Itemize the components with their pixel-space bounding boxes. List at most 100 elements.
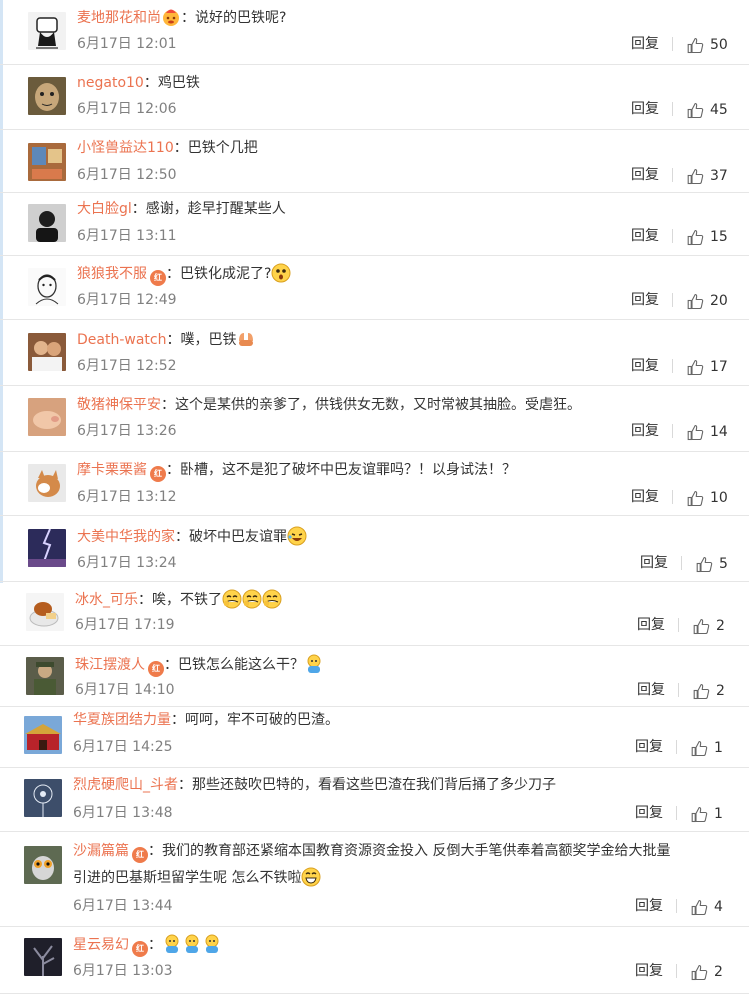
comment-text-line: 敬猪神保平安：这个是某供的亲爹了，供钱供女无数，又时常被其抽脸。受虐狂。 bbox=[77, 395, 581, 415]
username-link[interactable]: negato10 bbox=[77, 75, 144, 91]
like-button[interactable]: 2 bbox=[693, 616, 725, 636]
comment-text: 呵呵，牢不可破的巴渣。 bbox=[185, 712, 339, 728]
like-count: 4 bbox=[714, 899, 723, 915]
reply-button[interactable]: 回复 bbox=[640, 553, 668, 573]
avatar[interactable] bbox=[24, 938, 62, 976]
comment-text-line2: 引进的巴基斯坦留学生呢 怎么不铁啦 bbox=[73, 870, 302, 886]
avatar[interactable] bbox=[24, 779, 62, 817]
username-link[interactable]: 小怪兽益达110 bbox=[77, 140, 174, 156]
like-count: 17 bbox=[710, 359, 728, 375]
reply-button[interactable]: 回复 bbox=[631, 421, 659, 441]
colon-separator: ： bbox=[161, 397, 175, 413]
like-button[interactable]: 5 bbox=[696, 554, 728, 574]
like-button[interactable]: 20 bbox=[687, 291, 728, 311]
username-link[interactable]: 狼狼我不服 bbox=[77, 266, 147, 282]
username-link[interactable]: 大美中华我的家 bbox=[77, 529, 175, 545]
comment-text-line: 沙漏篇篇红：我们的教育部还紧缩本国教育资源资金投入 反倒大手笔供奉着高额奖学金给… bbox=[73, 841, 670, 863]
reply-button[interactable]: 回复 bbox=[631, 99, 659, 119]
username-link[interactable]: 麦地那花和尚 bbox=[77, 10, 161, 26]
comment-item: 狼狼我不服红：巴铁化成泥了? 6月17日 12:49 回复 20 bbox=[0, 256, 749, 320]
avatar[interactable] bbox=[26, 593, 64, 631]
avatar[interactable] bbox=[24, 716, 62, 754]
colon-separator: ： bbox=[138, 592, 152, 608]
reply-button[interactable]: 回复 bbox=[631, 165, 659, 185]
avatar[interactable] bbox=[28, 398, 66, 436]
colon-separator: ： bbox=[166, 266, 180, 282]
avatar[interactable] bbox=[24, 846, 62, 884]
comment-item: 小怪兽益达110：巴铁个几把 6月17日 12:50 回复 37 bbox=[0, 130, 749, 193]
timestamp: 6月17日 12:49 bbox=[77, 292, 177, 308]
like-button[interactable]: 37 bbox=[687, 166, 728, 186]
reply-button[interactable]: 回复 bbox=[631, 34, 659, 54]
reply-button[interactable]: 回复 bbox=[637, 680, 665, 700]
avatar[interactable] bbox=[26, 657, 64, 695]
username-link[interactable]: Death-watch bbox=[77, 332, 166, 348]
action-divider bbox=[672, 359, 673, 373]
username-link[interactable]: 大白脸gl bbox=[77, 201, 132, 217]
comment-text-line: 摩卡栗栗酱红：卧槽，这不是犯了破坏中巴友谊罪吗？！以身试法！？ bbox=[77, 460, 516, 482]
grin-icon bbox=[301, 867, 321, 887]
like-button[interactable]: 50 bbox=[687, 35, 728, 55]
avatar[interactable] bbox=[28, 143, 66, 181]
reply-button[interactable]: 回复 bbox=[635, 896, 663, 916]
reply-button[interactable]: 回复 bbox=[637, 615, 665, 635]
comment-item: 大美中华我的家：破坏中巴友谊罪 6月17日 13:24 回复 5 bbox=[0, 516, 749, 582]
like-button[interactable]: 1 bbox=[691, 804, 723, 824]
action-divider bbox=[672, 102, 673, 116]
timestamp: 6月17日 12:50 bbox=[77, 167, 177, 183]
action-divider bbox=[672, 424, 673, 438]
avatar[interactable] bbox=[28, 333, 66, 371]
thumbs-up-icon bbox=[696, 556, 713, 573]
avatar[interactable] bbox=[28, 464, 66, 502]
reply-button[interactable]: 回复 bbox=[631, 290, 659, 310]
comment-text-line: 大白脸gl：感谢，趁早打醒某些人 bbox=[77, 199, 286, 219]
avatar[interactable] bbox=[28, 529, 66, 567]
username-link[interactable]: 摩卡栗栗酱 bbox=[77, 462, 147, 478]
timestamp: 6月17日 12:01 bbox=[77, 36, 177, 52]
like-button[interactable]: 10 bbox=[687, 488, 728, 508]
comment-text: 巴铁化成泥了? bbox=[180, 266, 272, 282]
comment-text-line: 烈虎硬爬山_斗者：那些还鼓吹巴特的，看看这些巴渣在我们背后捅了多少刀子 bbox=[73, 775, 556, 795]
comment-item: 敬猪神保平安：这个是某供的亲爹了，供钱供女无数，又时常被其抽脸。受虐狂。 6月17… bbox=[0, 386, 749, 452]
like-button[interactable]: 4 bbox=[691, 897, 723, 917]
thumbs-up-icon bbox=[687, 229, 704, 246]
like-button[interactable]: 15 bbox=[687, 227, 728, 247]
like-button[interactable]: 2 bbox=[693, 681, 725, 701]
like-button[interactable]: 45 bbox=[687, 100, 728, 120]
like-button[interactable]: 1 bbox=[691, 738, 723, 758]
username-link[interactable]: 烈虎硬爬山_斗者 bbox=[73, 777, 178, 793]
reply-button[interactable]: 回复 bbox=[635, 961, 663, 981]
reply-button[interactable]: 回复 bbox=[631, 356, 659, 376]
like-count: 45 bbox=[710, 102, 728, 118]
red-badge-icon: 红 bbox=[132, 847, 148, 863]
timestamp: 6月17日 14:25 bbox=[73, 739, 173, 755]
username-link[interactable]: 冰水_可乐 bbox=[75, 592, 138, 608]
username-link[interactable]: 华夏族团结力量 bbox=[73, 712, 171, 728]
reply-button[interactable]: 回复 bbox=[631, 487, 659, 507]
avatar[interactable] bbox=[28, 12, 66, 50]
username-link[interactable]: 沙漏篇篇 bbox=[73, 843, 129, 859]
reply-button[interactable]: 回复 bbox=[635, 803, 663, 823]
colon-separator: ： bbox=[164, 657, 178, 673]
comment-item: 麦地那花和尚 ：说好的巴铁呢? 6月17日 12:01 回复 50 bbox=[0, 0, 749, 65]
username-link[interactable]: 星云易幻 bbox=[73, 937, 129, 953]
comment-item: 摩卡栗栗酱红：卧槽，这不是犯了破坏中巴友谊罪吗？！以身试法！？ 6月17日 13:… bbox=[0, 452, 749, 516]
like-button[interactable]: 2 bbox=[691, 962, 723, 982]
action-divider bbox=[678, 618, 679, 632]
like-button[interactable]: 17 bbox=[687, 357, 728, 377]
avatar[interactable] bbox=[28, 77, 66, 115]
doll-icon bbox=[202, 934, 222, 954]
like-button[interactable]: 14 bbox=[687, 422, 728, 442]
doll-icon bbox=[162, 934, 182, 954]
colon-separator: ： bbox=[143, 75, 158, 91]
comment-text-line: 狼狼我不服红：巴铁化成泥了? bbox=[77, 263, 291, 286]
username-link[interactable]: 敬猪神保平安 bbox=[77, 397, 161, 413]
avatar[interactable] bbox=[28, 204, 66, 242]
avatar[interactable] bbox=[28, 268, 66, 306]
like-count: 15 bbox=[710, 229, 728, 245]
username-link[interactable]: 珠江摆渡人 bbox=[75, 657, 145, 673]
like-count: 14 bbox=[710, 424, 728, 440]
reply-button[interactable]: 回复 bbox=[635, 737, 663, 757]
reply-button[interactable]: 回复 bbox=[631, 226, 659, 246]
comment-text: 巴铁怎么能这么干？ bbox=[178, 657, 304, 673]
